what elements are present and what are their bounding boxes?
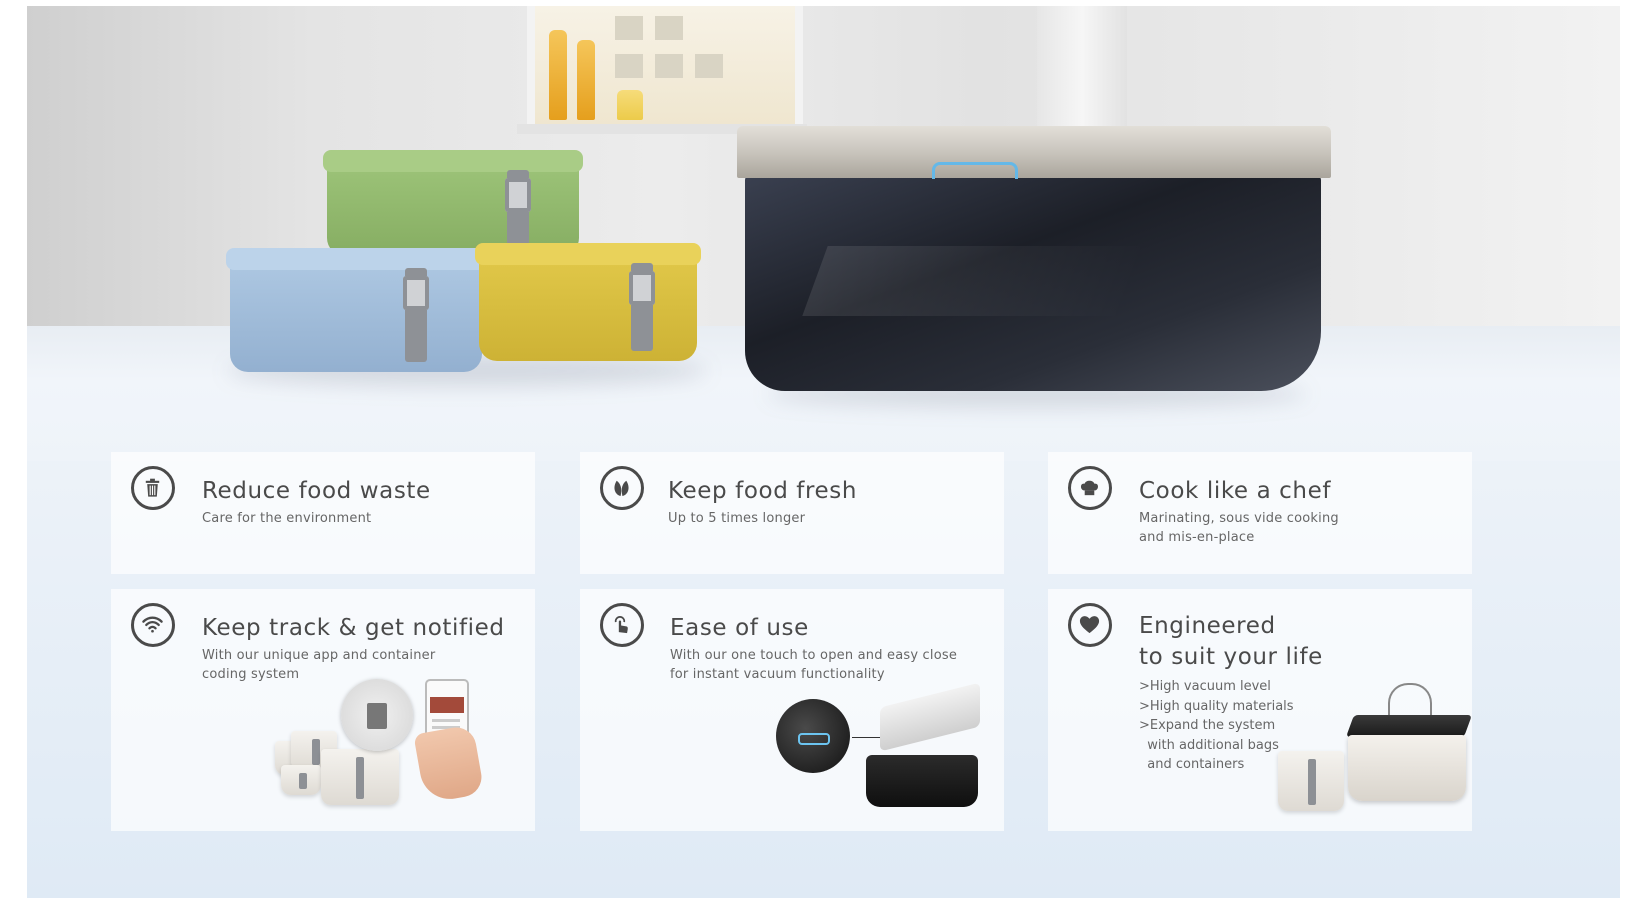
hero-image [27, 6, 1620, 461]
green-container [323, 150, 583, 256]
touch-icon [600, 603, 644, 647]
feature-card-keep-fresh: Keep food fresh Up to 5 times longer [580, 452, 1004, 574]
heart-icon [1068, 603, 1112, 647]
feature-card-engineered: Engineered to suit your life >High vacuu… [1048, 589, 1472, 831]
chef-hat-icon [1068, 466, 1112, 510]
feature-card-ease-of-use: Ease of use With our one touch to open a… [580, 589, 1004, 831]
open-lid [880, 682, 980, 752]
window [527, 6, 803, 134]
app-illustration [271, 679, 521, 829]
feature-card-track-notify: Keep track & get notified With our uniqu… [111, 589, 535, 831]
white-vacuum-body [1348, 735, 1466, 801]
vacuum-lid-top [1345, 715, 1472, 737]
feature-title: Cook like a chef [1139, 478, 1332, 504]
feature-title: Keep food fresh [668, 478, 858, 504]
feature-title: Engineered to suit your life [1139, 613, 1323, 670]
feature-bullets: >High vacuum level >High quality materia… [1139, 679, 1294, 772]
vacuum-sealer [737, 126, 1331, 396]
feature-card-reduce-waste: Reduce food waste Care for the environme… [111, 452, 535, 574]
yellow-container [475, 243, 701, 361]
trash-icon [131, 466, 175, 510]
open-vacuum-body [866, 755, 978, 807]
vacuum-illustration [770, 682, 1000, 829]
page: Reduce food waste Care for the environme… [27, 6, 1620, 898]
feature-card-cook-chef: Cook like a chef Marinating, sous vide c… [1048, 452, 1472, 574]
feature-subtitle: Care for the environment [202, 511, 372, 526]
blue-container [226, 248, 486, 372]
vacuum-button [932, 162, 1018, 179]
feature-subtitle: Marinating, sous vide cooking and mis-en… [1139, 511, 1339, 545]
feature-title: Reduce food waste [202, 478, 431, 504]
system-illustration [1278, 679, 1472, 831]
button-zoom [776, 699, 850, 773]
feature-title: Ease of use [670, 615, 809, 641]
feature-title: Keep track & get notified [202, 615, 505, 641]
feature-subtitle: Up to 5 times longer [668, 511, 806, 526]
qr-zoom [341, 679, 413, 751]
hand [413, 724, 485, 804]
wifi-icon [131, 603, 175, 647]
leaf-icon [600, 466, 644, 510]
feature-subtitle: With our one touch to open and easy clos… [670, 648, 958, 682]
